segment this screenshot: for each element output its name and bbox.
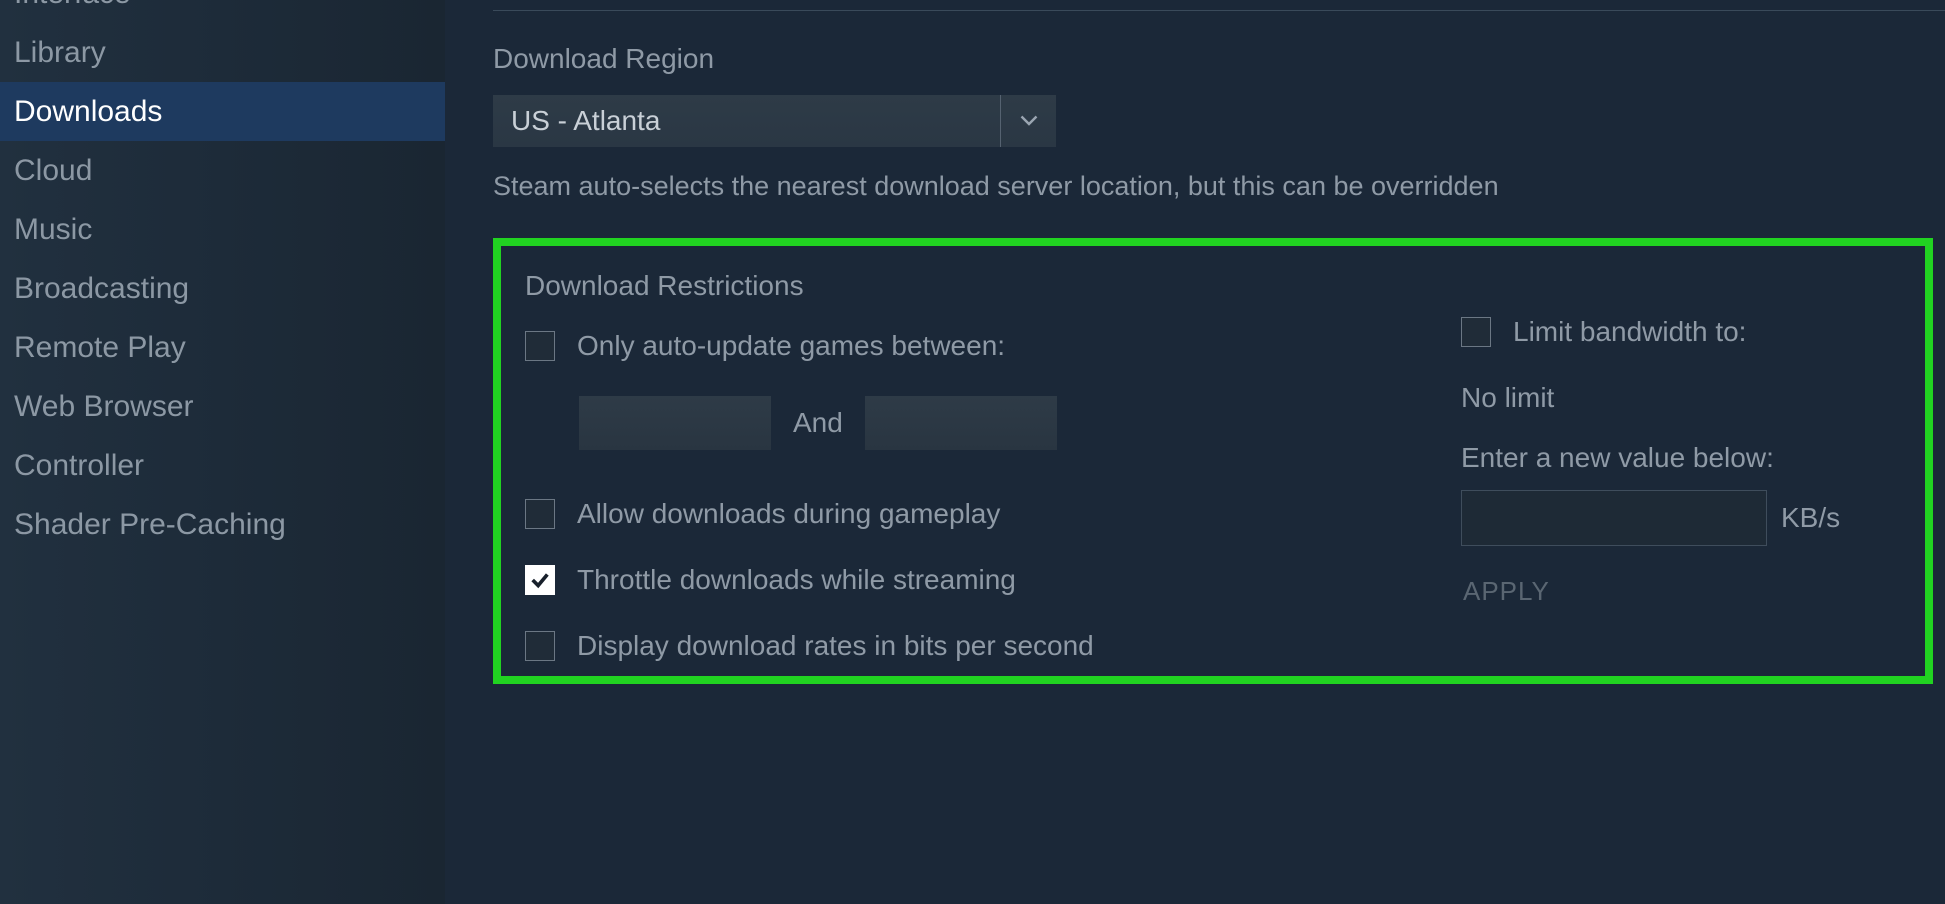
time-from-dropdown[interactable]: [579, 396, 771, 450]
display-bits-checkbox[interactable]: [525, 631, 555, 661]
settings-sidebar: Interface Library Downloads Cloud Music …: [0, 0, 445, 904]
sidebar-item-web-browser[interactable]: Web Browser: [0, 377, 445, 436]
auto-update-label: Only auto-update games between:: [577, 330, 1005, 362]
sidebar-item-library[interactable]: Library: [0, 23, 445, 82]
sidebar-item-label: Cloud: [14, 154, 92, 187]
allow-during-gameplay-row: Allow downloads during gameplay: [525, 498, 1401, 530]
sidebar-item-label: Library: [14, 36, 106, 69]
download-restrictions-title: Download Restrictions: [525, 270, 1401, 302]
sidebar-item-label: Interface: [14, 0, 131, 10]
bandwidth-input-row: KB/s: [1461, 490, 1901, 546]
sidebar-item-cloud[interactable]: Cloud: [0, 141, 445, 200]
limit-bandwidth-checkbox[interactable]: [1461, 317, 1491, 347]
bandwidth-enter-label: Enter a new value below:: [1461, 442, 1901, 474]
time-to-dropdown[interactable]: [865, 396, 1057, 450]
sidebar-item-label: Broadcasting: [14, 272, 189, 305]
download-region-helper: Steam auto-selects the nearest download …: [493, 171, 1945, 202]
throttle-streaming-label: Throttle downloads while streaming: [577, 564, 1016, 596]
restrictions-left-column: Download Restrictions Only auto-update g…: [525, 270, 1401, 668]
chevron-down-icon: [1000, 95, 1056, 147]
display-bits-row: Display download rates in bits per secon…: [525, 630, 1401, 662]
throttle-streaming-row: Throttle downloads while streaming: [525, 564, 1401, 596]
sidebar-item-label: Web Browser: [14, 390, 194, 423]
limit-bandwidth-row: Limit bandwidth to:: [1461, 316, 1901, 348]
sidebar-item-broadcasting[interactable]: Broadcasting: [0, 259, 445, 318]
bandwidth-input[interactable]: [1461, 490, 1767, 546]
and-text: And: [793, 407, 843, 439]
apply-button[interactable]: APPLY: [1461, 570, 1552, 613]
sidebar-item-shader-pre-caching[interactable]: Shader Pre-Caching: [0, 495, 445, 554]
download-region-label: Download Region: [493, 43, 1945, 75]
auto-update-checkbox[interactable]: [525, 331, 555, 361]
sidebar-item-music[interactable]: Music: [0, 200, 445, 259]
auto-update-row: Only auto-update games between:: [525, 330, 1401, 362]
auto-update-time-range: And: [579, 396, 1401, 450]
sidebar-item-controller[interactable]: Controller: [0, 436, 445, 495]
display-bits-label: Display download rates in bits per secon…: [577, 630, 1094, 662]
download-region-value: US - Atlanta: [511, 105, 660, 137]
download-restrictions-panel: Download Restrictions Only auto-update g…: [493, 238, 1933, 684]
settings-content: Download Region US - Atlanta Steam auto-…: [445, 0, 1945, 904]
allow-during-gameplay-label: Allow downloads during gameplay: [577, 498, 1000, 530]
bandwidth-unit: KB/s: [1781, 502, 1840, 534]
allow-during-gameplay-checkbox[interactable]: [525, 499, 555, 529]
restrictions-right-column: Limit bandwidth to: No limit Enter a new…: [1461, 270, 1901, 668]
sidebar-item-label: Controller: [14, 449, 144, 482]
download-region-dropdown[interactable]: US - Atlanta: [493, 95, 1056, 147]
sidebar-item-remote-play[interactable]: Remote Play: [0, 318, 445, 377]
sidebar-item-label: Downloads: [14, 95, 162, 128]
sidebar-item-label: Shader Pre-Caching: [14, 508, 286, 541]
sidebar-item-interface[interactable]: Interface: [0, 0, 445, 23]
throttle-streaming-checkbox[interactable]: [525, 565, 555, 595]
sidebar-item-label: Remote Play: [14, 331, 186, 364]
sidebar-item-label: Music: [14, 213, 92, 246]
limit-bandwidth-label: Limit bandwidth to:: [1513, 316, 1746, 348]
bandwidth-status: No limit: [1461, 382, 1901, 414]
sidebar-item-downloads[interactable]: Downloads: [0, 82, 445, 141]
section-divider: [493, 10, 1945, 11]
